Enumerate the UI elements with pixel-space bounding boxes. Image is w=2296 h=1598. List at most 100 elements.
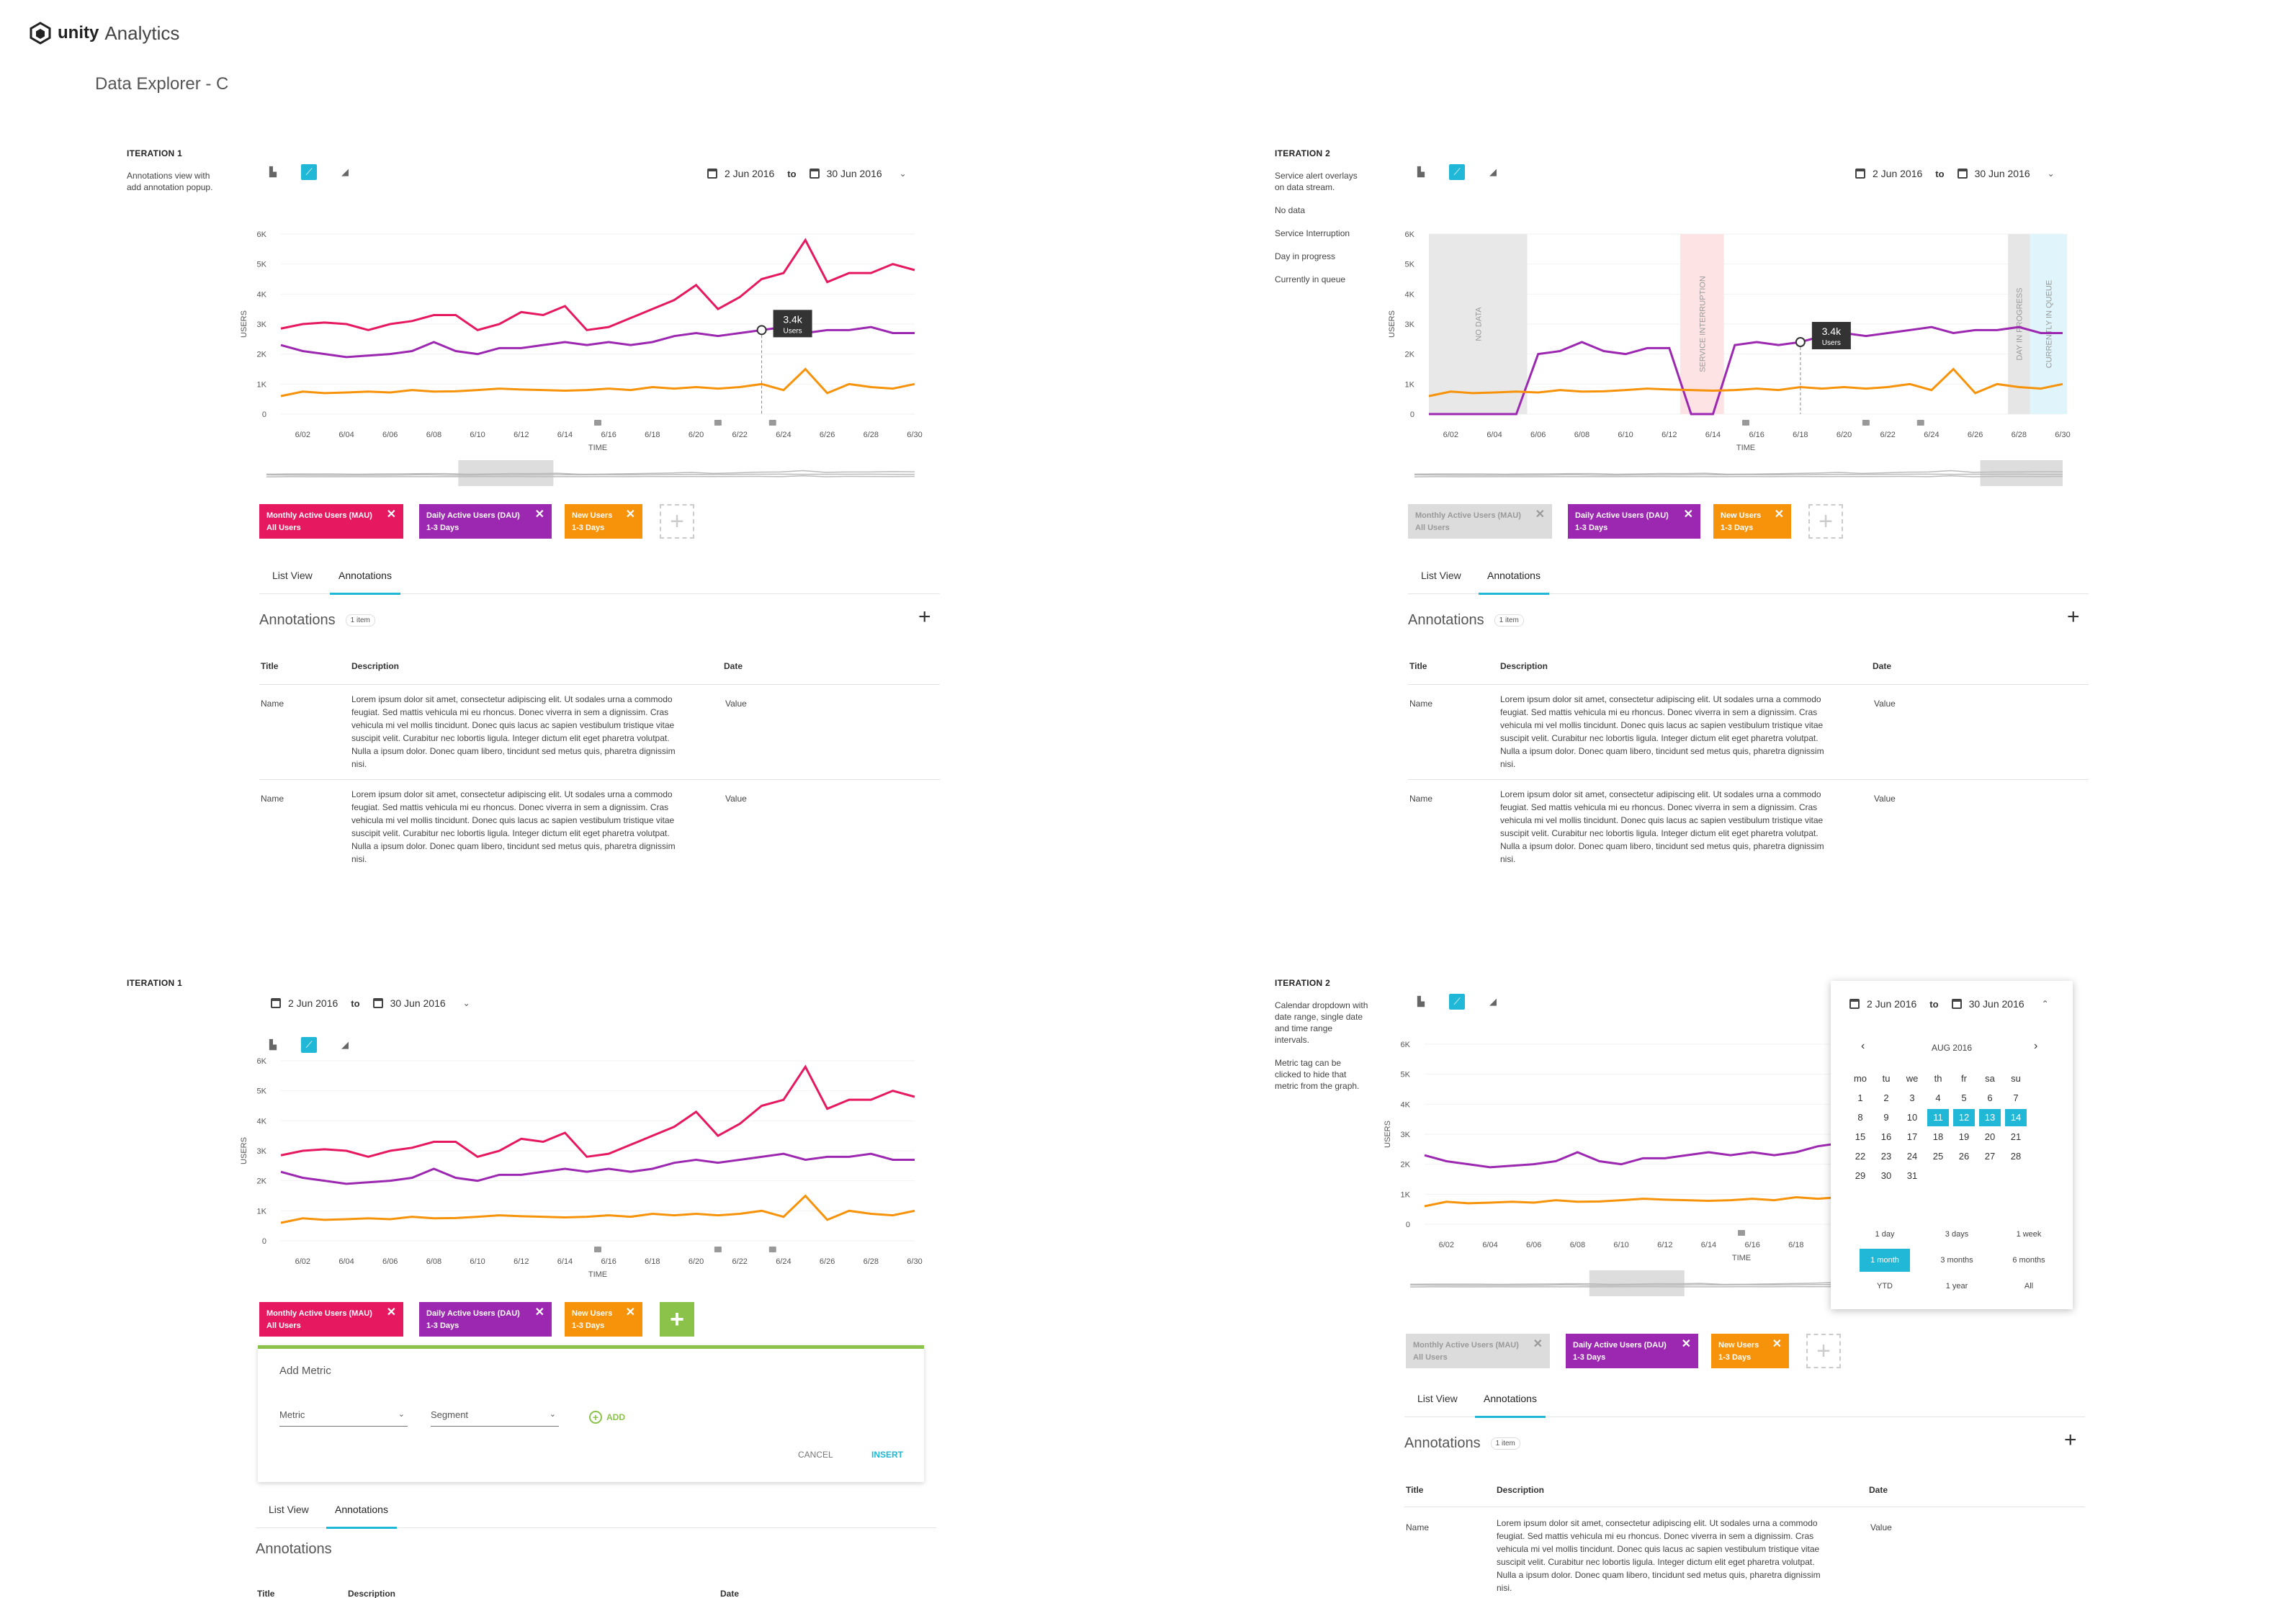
line-chart-icon[interactable]: ⟋	[1449, 994, 1465, 1010]
calendar-day[interactable]: 31	[1901, 1167, 1923, 1185]
metric-chip-new-users[interactable]: New Users 1-3 Days ✕	[1713, 504, 1791, 539]
area-chart-icon[interactable]: ◢	[1485, 994, 1501, 1010]
calendar-day[interactable]: 22	[1849, 1148, 1871, 1165]
area-chart-icon[interactable]: ◢	[337, 164, 353, 180]
date-range-picker[interactable]: 2 Jun 2016 to 30 Jun 2016 ⌄	[707, 168, 907, 179]
metric-chip-dau[interactable]: Daily Active Users (DAU) 1-3 Days ✕	[419, 504, 552, 539]
date-to[interactable]: 30 Jun 2016	[1969, 998, 2024, 1010]
date-from[interactable]: 2 Jun 2016	[725, 168, 774, 179]
add-metric-button[interactable]: +	[1806, 1334, 1841, 1368]
close-icon[interactable]: ✕	[1772, 1338, 1782, 1350]
metric-chip-dau[interactable]: Daily Active Users (DAU) 1-3 Days ✕	[1566, 1334, 1698, 1368]
range-option[interactable]: 3 months	[1932, 1249, 1982, 1272]
calendar-day[interactable]: 25	[1927, 1148, 1949, 1165]
calendar-day[interactable]: 14	[2005, 1109, 2027, 1126]
area-chart-icon[interactable]: ◢	[337, 1037, 353, 1053]
metric-chip-mau[interactable]: Monthly Active Users (MAU) All Users ✕	[259, 1302, 403, 1337]
metric-select[interactable]: Metric ⌄	[279, 1405, 408, 1427]
chevron-up-icon[interactable]: ⌃	[2042, 999, 2049, 1009]
bar-chart-icon[interactable]: ▙	[265, 1037, 281, 1053]
tab-annotations[interactable]: Annotations	[335, 1504, 388, 1515]
calendar-day[interactable]: 3	[1901, 1090, 1923, 1107]
date-range-picker[interactable]: 2 Jun 2016 to 30 Jun 2016 ⌄	[1855, 168, 2055, 179]
range-option[interactable]: All	[2004, 1275, 2054, 1298]
close-icon[interactable]: ✕	[535, 1306, 544, 1319]
tab-list-view[interactable]: List View	[1421, 570, 1461, 581]
range-option[interactable]: 1 day	[1860, 1223, 1910, 1246]
metric-chip-new-users[interactable]: New Users 1-3 Days ✕	[1711, 1334, 1789, 1368]
calendar-day[interactable]: 7	[2005, 1090, 2027, 1107]
calendar-day[interactable]: 8	[1849, 1109, 1871, 1126]
date-to[interactable]: 30 Jun 2016	[1975, 168, 2030, 179]
calendar-day[interactable]: 21	[2005, 1128, 2027, 1146]
close-icon[interactable]: ✕	[387, 508, 396, 521]
line-chart-icon[interactable]: ⟋	[301, 1037, 317, 1053]
metric-chip-dau[interactable]: Daily Active Users (DAU) 1-3 Days ✕	[419, 1302, 552, 1337]
close-icon[interactable]: ✕	[626, 1306, 635, 1319]
metric-chip-mau-hidden[interactable]: Monthly Active Users (MAU) All Users ✕	[1406, 1334, 1550, 1368]
insert-button[interactable]: INSERT	[871, 1450, 903, 1460]
calendar-day[interactable]: 29	[1849, 1167, 1871, 1185]
calendar-day[interactable]: 20	[1979, 1128, 2001, 1146]
area-chart-icon[interactable]: ◢	[1485, 164, 1501, 180]
metric-chip-dau[interactable]: Daily Active Users (DAU) 1-3 Days ✕	[1568, 504, 1700, 539]
range-option[interactable]: 6 months	[2004, 1249, 2054, 1272]
add-metric-button[interactable]: +	[660, 1302, 694, 1337]
calendar-day[interactable]: 19	[1953, 1128, 1975, 1146]
calendar-day[interactable]: 4	[1927, 1090, 1949, 1107]
date-range-picker[interactable]: 2 Jun 2016 to 30 Jun 2016 ⌄	[271, 997, 470, 1009]
chevron-down-icon[interactable]: ⌄	[900, 169, 907, 179]
add-annotation-button[interactable]: +	[918, 605, 931, 629]
calendar-day[interactable]: 6	[1979, 1090, 2001, 1107]
add-annotation-button[interactable]: +	[2064, 1428, 2077, 1453]
date-to[interactable]: 30 Jun 2016	[827, 168, 882, 179]
calendar-day[interactable]: 11	[1927, 1109, 1949, 1126]
date-from[interactable]: 2 Jun 2016	[1873, 168, 1922, 179]
bar-chart-icon[interactable]: ▙	[1413, 994, 1429, 1010]
calendar-day[interactable]: 23	[1875, 1148, 1897, 1165]
bar-chart-icon[interactable]: ▙	[1413, 164, 1429, 180]
range-option[interactable]: 1 month	[1860, 1249, 1910, 1272]
calendar-day[interactable]: 27	[1979, 1148, 2001, 1165]
calendar-day[interactable]: 24	[1901, 1148, 1923, 1165]
tab-list-view[interactable]: List View	[269, 1504, 309, 1515]
range-option[interactable]: 3 days	[1932, 1223, 1982, 1246]
tab-list-view[interactable]: List View	[272, 570, 313, 581]
calendar-day[interactable]: 1	[1849, 1090, 1871, 1107]
tab-list-view[interactable]: List View	[1417, 1393, 1458, 1404]
chevron-down-icon[interactable]: ⌄	[2048, 169, 2055, 179]
close-icon[interactable]: ✕	[1684, 508, 1693, 521]
range-option[interactable]: 1 year	[1932, 1275, 1982, 1298]
chevron-down-icon[interactable]: ⌄	[463, 998, 470, 1008]
calendar-day[interactable]: 17	[1901, 1128, 1923, 1146]
add-annotation-button[interactable]: +	[2067, 605, 2080, 629]
calendar-day[interactable]: 2	[1875, 1090, 1897, 1107]
close-icon[interactable]: ✕	[387, 1306, 396, 1319]
line-chart[interactable]: 6K 5K 4K 3K 2K 1K 0 USERS 6/02 6/04 6/06 6/08 6/10 6/…	[238, 227, 929, 501]
calendar-day[interactable]: 18	[1927, 1128, 1949, 1146]
calendar-day[interactable]: 10	[1901, 1109, 1923, 1126]
range-option[interactable]: 1 week	[2004, 1223, 2054, 1246]
metric-chip-new-users[interactable]: New Users 1-3 Days ✕	[565, 504, 642, 539]
date-from[interactable]: 2 Jun 2016	[288, 997, 338, 1009]
calendar-day[interactable]: 28	[2005, 1148, 2027, 1165]
segment-select[interactable]: Segment ⌄	[431, 1405, 559, 1427]
close-icon[interactable]: ✕	[1533, 1338, 1543, 1350]
add-metric-button[interactable]: +	[660, 504, 694, 539]
metric-chip-new-users[interactable]: New Users 1-3 Days ✕	[565, 1302, 642, 1337]
line-chart-icon[interactable]: ⟋	[1449, 164, 1465, 180]
close-icon[interactable]: ✕	[1535, 508, 1545, 521]
close-icon[interactable]: ✕	[1682, 1338, 1691, 1350]
calendar-day[interactable]: 12	[1953, 1109, 1975, 1126]
metric-chip-mau-hidden[interactable]: Monthly Active Users (MAU) All Users ✕	[1408, 504, 1552, 539]
next-month-icon[interactable]: ›	[2034, 1040, 2037, 1053]
line-chart[interactable]: 6K 5K 4K 3K 2K 1K 0 USERS 6/02 6/04 6/06 6/08 6/10 6/…	[238, 1054, 929, 1284]
date-from[interactable]: 2 Jun 2016	[1867, 998, 1916, 1010]
close-icon[interactable]: ✕	[535, 508, 544, 521]
line-chart-with-overlays[interactable]: 6K 5K 4K 3K 2K 1K 0 USERS 6/02 6/04 6/06 6/08 6/10 6/…	[1386, 227, 2077, 501]
calendar-day[interactable]: 26	[1953, 1148, 1975, 1165]
metric-chip-mau[interactable]: Monthly Active Users (MAU) All Users ✕	[259, 504, 403, 539]
close-icon[interactable]: ✕	[1775, 508, 1784, 521]
tab-annotations[interactable]: Annotations	[1484, 1393, 1537, 1404]
line-chart-icon[interactable]: ⟋	[301, 164, 317, 180]
